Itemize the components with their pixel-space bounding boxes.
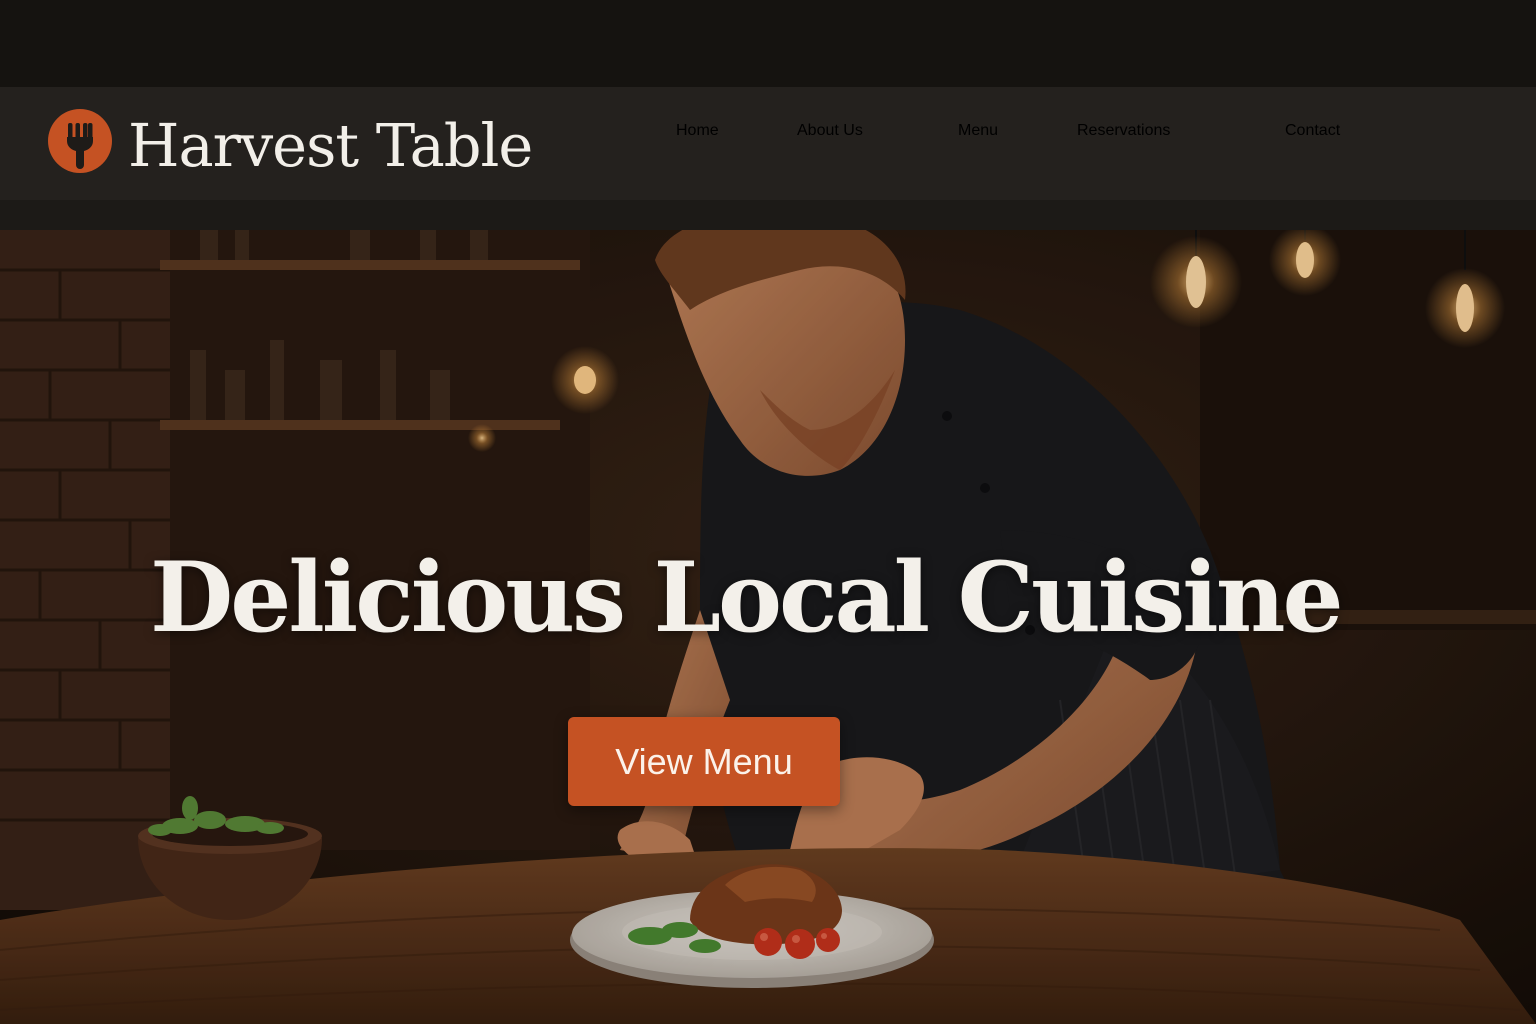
nav-contact[interactable]: Contact: [1285, 122, 1340, 168]
nav-menu[interactable]: Menu: [958, 122, 998, 168]
header-shadow: [0, 200, 1536, 230]
nav-about-us[interactable]: About Us: [797, 122, 863, 168]
nav-home[interactable]: Home: [676, 122, 719, 168]
nav-reservations[interactable]: Reservations: [1077, 122, 1170, 168]
view-menu-button[interactable]: View Menu: [568, 717, 840, 806]
hero-section: Delicious Local Cuisine View Menu: [0, 230, 1536, 1024]
fork-icon[interactable]: [48, 109, 112, 173]
hero-headline: Delicious Local Cuisine: [150, 541, 1344, 654]
top-strip: [0, 0, 1536, 87]
brand-name[interactable]: Harvest Table: [128, 106, 533, 186]
